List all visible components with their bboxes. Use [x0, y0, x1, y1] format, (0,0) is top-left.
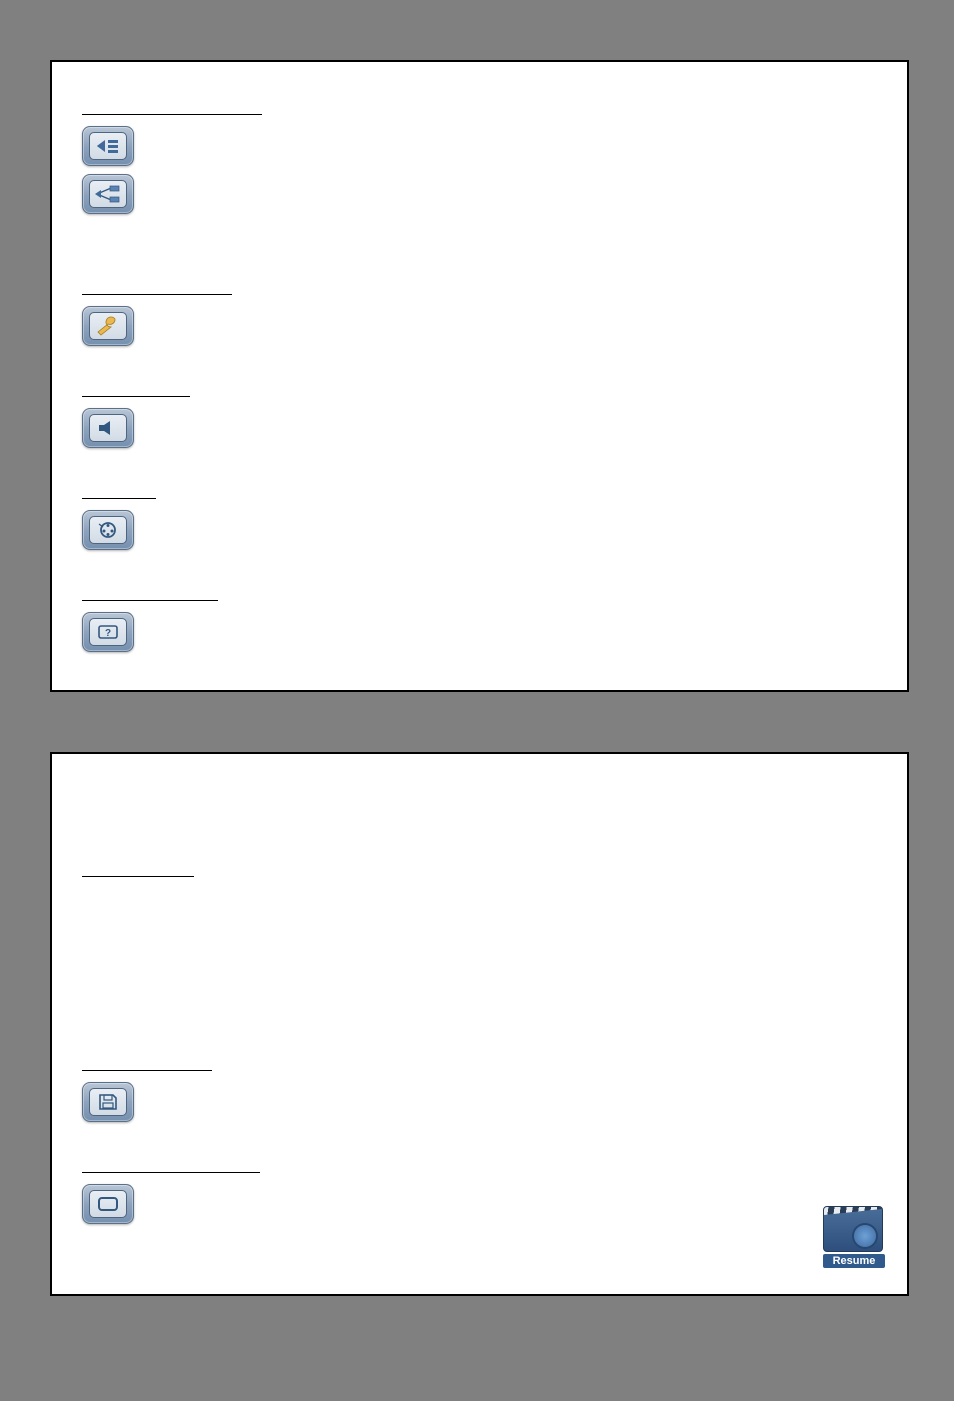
- tree-icon[interactable]: [82, 174, 134, 214]
- section-heading: [82, 100, 262, 115]
- panel-bottom: Resume: [50, 752, 909, 1296]
- svg-text:?: ?: [105, 628, 111, 639]
- clapboard-icon: [823, 1206, 883, 1252]
- section-heading: [82, 586, 218, 601]
- section-heading: [82, 1158, 260, 1173]
- panel-top-inner: ?: [50, 60, 909, 692]
- reel-icon[interactable]: [82, 510, 134, 550]
- save-icon[interactable]: [82, 1082, 134, 1122]
- panel-top: ?: [50, 60, 909, 692]
- section-heading: [82, 280, 232, 295]
- help-icon[interactable]: ?: [82, 612, 134, 652]
- screen-icon[interactable]: [82, 1184, 134, 1224]
- wrench-icon[interactable]: [82, 306, 134, 346]
- panel-bottom-inner: Resume: [50, 752, 909, 1296]
- section-heading: [82, 862, 194, 877]
- resume-label: Resume: [823, 1254, 885, 1268]
- arrow-list-icon[interactable]: [82, 126, 134, 166]
- speaker-icon[interactable]: [82, 408, 134, 448]
- section-heading: [82, 382, 190, 397]
- section-heading: [82, 1056, 212, 1071]
- resume-shortcut[interactable]: Resume: [823, 1206, 885, 1272]
- section-heading: [82, 484, 156, 499]
